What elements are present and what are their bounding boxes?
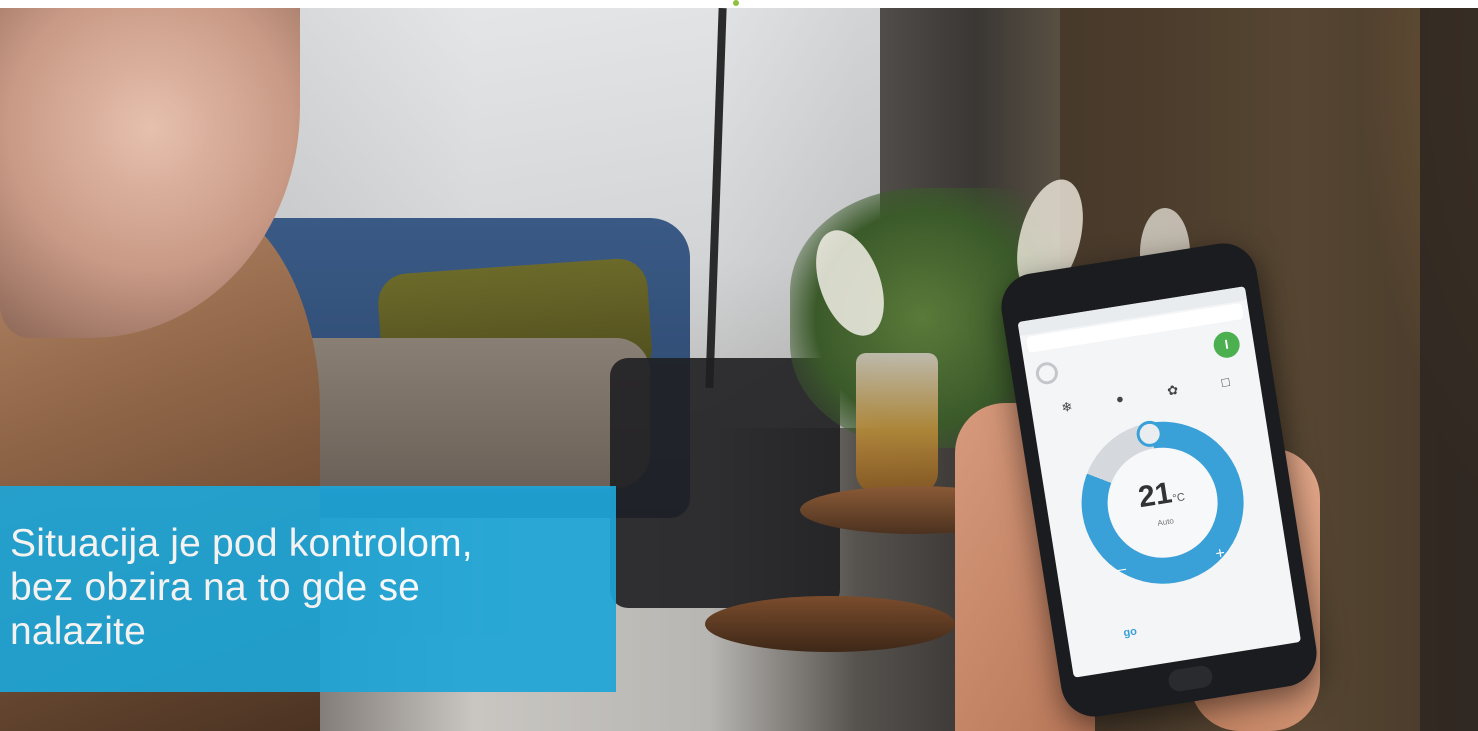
mode-selector: ❄ ● ✿ □ <box>1060 374 1230 416</box>
sun-icon[interactable]: ● <box>1115 391 1125 408</box>
go-button[interactable]: go <box>1123 625 1138 639</box>
caption-line: nalazite <box>10 610 147 653</box>
dark-armchair <box>610 358 840 608</box>
fan-icon[interactable]: ✿ <box>1166 382 1179 400</box>
hero-photo: I ❄ ● ✿ □ 21°C Auto – + go Situacija je <box>0 8 1478 731</box>
home-button[interactable] <box>1166 664 1214 693</box>
phone-screen: I ❄ ● ✿ □ 21°C Auto – + go <box>1017 286 1302 678</box>
power-button[interactable]: I <box>1211 329 1242 360</box>
coffee-table <box>705 596 955 652</box>
caption-banner: Situacija je pod kontrolom, bez obzira n… <box>0 486 616 692</box>
minus-button[interactable]: – <box>1090 550 1154 589</box>
top-strip <box>0 0 1478 8</box>
grey-pillow <box>270 338 650 488</box>
accent-dot <box>733 0 739 6</box>
decanter <box>856 353 938 493</box>
window-frame <box>1420 8 1478 731</box>
caption-line: bez obzira na to gde se <box>10 566 421 609</box>
temperature-unit: °C <box>1171 491 1186 506</box>
snowflake-icon[interactable]: ❄ <box>1060 399 1073 417</box>
power-icon[interactable] <box>1034 360 1060 386</box>
caption-line: Situacija je pod kontrolom, <box>10 522 473 565</box>
dry-icon[interactable]: □ <box>1220 374 1230 391</box>
caption-text: Situacija je pod kontrolom, bez obzira n… <box>10 522 616 654</box>
dial-knob[interactable] <box>1134 419 1165 449</box>
